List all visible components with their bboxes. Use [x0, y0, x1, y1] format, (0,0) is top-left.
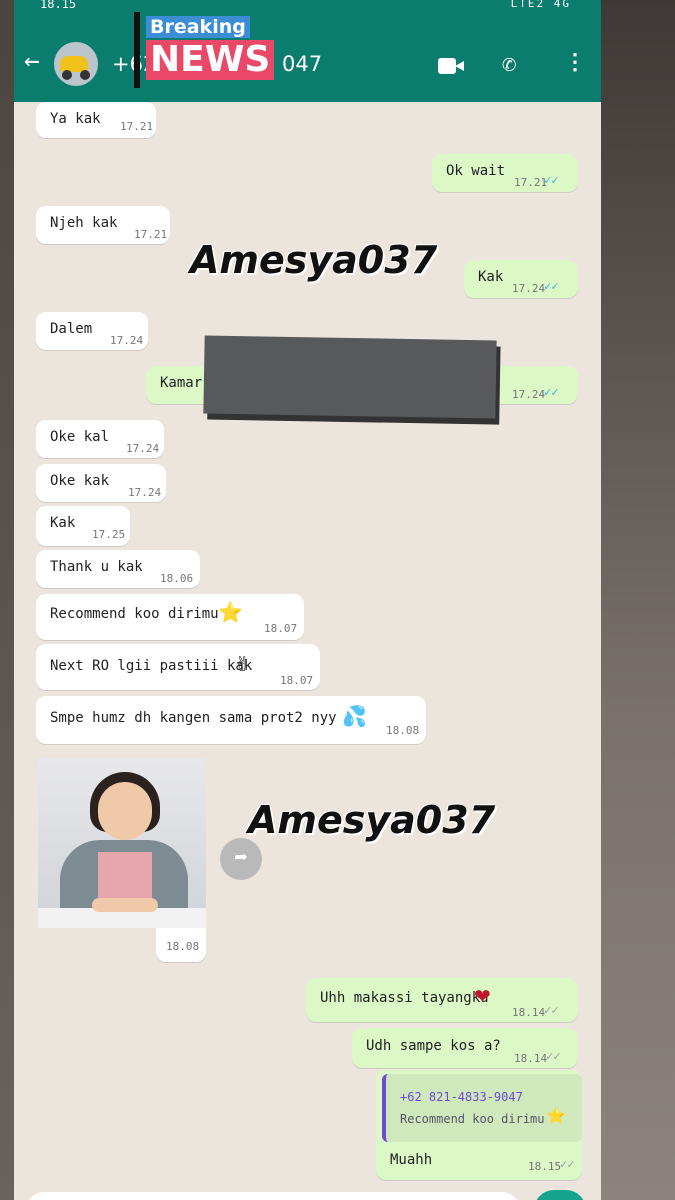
scooter-wheel	[62, 70, 72, 80]
overlay-bar	[134, 12, 140, 88]
photo-face	[98, 782, 152, 840]
victory-hand-emoji-icon: ✌	[234, 652, 251, 676]
message-outgoing[interactable]: Udh sampe kos a? 18.14 ✓✓	[352, 1028, 578, 1068]
news-label: NEWS	[146, 40, 275, 80]
background-left	[0, 0, 14, 1200]
status-time: 18.15	[40, 0, 77, 11]
video-call-icon[interactable]	[438, 58, 464, 74]
status-bar: 18.15 LTE2 4G	[14, 0, 601, 18]
chat-area[interactable]: Ya kak 17.21 Ok wait 17.21 ✓✓ Njeh kak 1…	[14, 102, 601, 1200]
quoted-text: Recommend koo dirimu	[400, 1112, 545, 1126]
delivered-tick-icon: ✓✓	[560, 1157, 575, 1171]
read-receipt-icon: ✓✓	[544, 385, 559, 399]
message-incoming[interactable]: Kak 17.25	[36, 506, 130, 546]
censor-block	[203, 335, 497, 419]
forward-icon[interactable]: ➦	[220, 838, 262, 880]
background-right	[601, 0, 675, 1200]
contact-number-suffix: 047	[282, 52, 323, 76]
message-incoming[interactable]: Smpe humz dh kangen sama prot2 nyy 💦 18.…	[36, 696, 426, 744]
quoted-number: +62 821-4833-9047	[400, 1090, 523, 1104]
phone-call-icon[interactable]: ✆	[502, 50, 516, 78]
photo-hands	[92, 898, 158, 912]
message-incoming[interactable]: Thank u kak 18.06	[36, 550, 200, 588]
chat-header: ← +62 047 Breaking NEWS ✆ ⋮	[14, 12, 601, 102]
more-options-icon[interactable]: ⋮	[564, 50, 586, 75]
message-incoming[interactable]: Dalem 17.24	[36, 312, 148, 350]
breaking-label: Breaking	[146, 16, 250, 38]
read-receipt-icon: ✓✓	[544, 173, 559, 187]
phone-screen: 18.15 LTE2 4G ← +62 047 Breaking NEWS ✆ …	[14, 0, 601, 1200]
contact-avatar[interactable]	[54, 42, 98, 86]
message-incoming[interactable]: Oke kal 17.24	[36, 420, 164, 458]
message-incoming[interactable]: Oke kak 17.24	[36, 464, 166, 502]
photo-message[interactable]	[38, 758, 206, 928]
message-incoming[interactable]: Njeh kak 17.21	[36, 206, 170, 244]
message-outgoing[interactable]: Kak 17.24 ✓✓	[464, 260, 578, 298]
message-input[interactable]	[26, 1192, 520, 1200]
breaking-news-overlay: Breaking NEWS	[134, 12, 288, 88]
message-outgoing[interactable]: Ok wait 17.21 ✓✓	[432, 154, 578, 192]
scooter-wheel	[80, 70, 90, 80]
red-heart-emoji-icon: ❤	[474, 984, 491, 1008]
message-outgoing[interactable]: Uhh makassi tayangku ❤ 18.14 ✓✓	[306, 978, 578, 1022]
mic-button[interactable]	[534, 1190, 586, 1200]
message-incoming[interactable]: Next RO lgii pastiii kak ✌ 18.07	[36, 644, 320, 690]
delivered-tick-icon: ✓✓	[544, 1003, 559, 1017]
watermark: Amesya037	[248, 798, 496, 842]
message-incoming[interactable]: Recommend koo dirimu ⭐ 18.07	[36, 594, 304, 640]
message-incoming[interactable]: Ya kak 17.21	[36, 102, 156, 138]
watermark: Amesya037	[190, 238, 438, 282]
back-arrow-icon[interactable]: ←	[24, 48, 40, 74]
photo-timestamp: 18.08	[156, 928, 206, 962]
sweat-droplets-emoji-icon: 💦	[342, 704, 367, 728]
star-emoji-icon: ⭐	[218, 600, 243, 624]
read-receipt-icon: ✓✓	[544, 279, 559, 293]
status-icons: LTE2 4G	[510, 0, 571, 10]
quoted-reply[interactable]: +62 821-4833-9047 Recommend koo dirimu ⭐	[382, 1074, 582, 1142]
delivered-tick-icon: ✓✓	[546, 1049, 561, 1063]
star-emoji-icon: ⭐	[546, 1106, 566, 1125]
